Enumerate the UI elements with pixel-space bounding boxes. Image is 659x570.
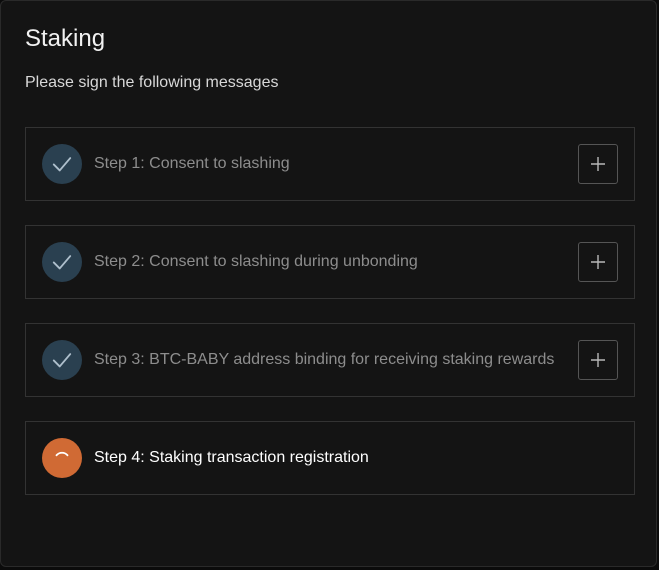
step-3-expand-button[interactable] bbox=[578, 340, 618, 380]
check-icon bbox=[52, 157, 72, 172]
dialog-title: Staking bbox=[25, 25, 106, 52]
step-2-card: Step 2: Consent to slashing during unbon… bbox=[25, 225, 635, 299]
step-4-card: Step 4: Staking transaction registration bbox=[25, 421, 635, 495]
step-2-expand-button[interactable] bbox=[578, 242, 618, 282]
step-1-label: Step 1: Consent to slashing bbox=[94, 155, 290, 172]
check-icon bbox=[52, 255, 72, 270]
check-icon bbox=[52, 353, 72, 368]
step-1-expand-button[interactable] bbox=[578, 144, 618, 184]
step-3-card: Step 3: BTC-BABY address binding for rec… bbox=[25, 323, 635, 397]
plus-icon bbox=[591, 157, 605, 171]
step-1-status bbox=[42, 144, 82, 184]
spinner-icon bbox=[55, 451, 69, 457]
plus-icon bbox=[591, 353, 605, 367]
step-2-label: Step 2: Consent to slashing during unbon… bbox=[94, 253, 418, 270]
plus-icon bbox=[591, 255, 605, 269]
step-4-status bbox=[42, 438, 82, 478]
dialog-subtitle: Please sign the following messages bbox=[25, 74, 279, 91]
step-3-label: Step 3: BTC-BABY address binding for rec… bbox=[94, 351, 555, 368]
staking-dialog: Staking Please sign the following messag… bbox=[0, 0, 657, 567]
step-3-status bbox=[42, 340, 82, 380]
step-4-label: Step 4: Staking transaction registration bbox=[94, 449, 369, 466]
step-2-status bbox=[42, 242, 82, 282]
step-1-card: Step 1: Consent to slashing bbox=[25, 127, 635, 201]
